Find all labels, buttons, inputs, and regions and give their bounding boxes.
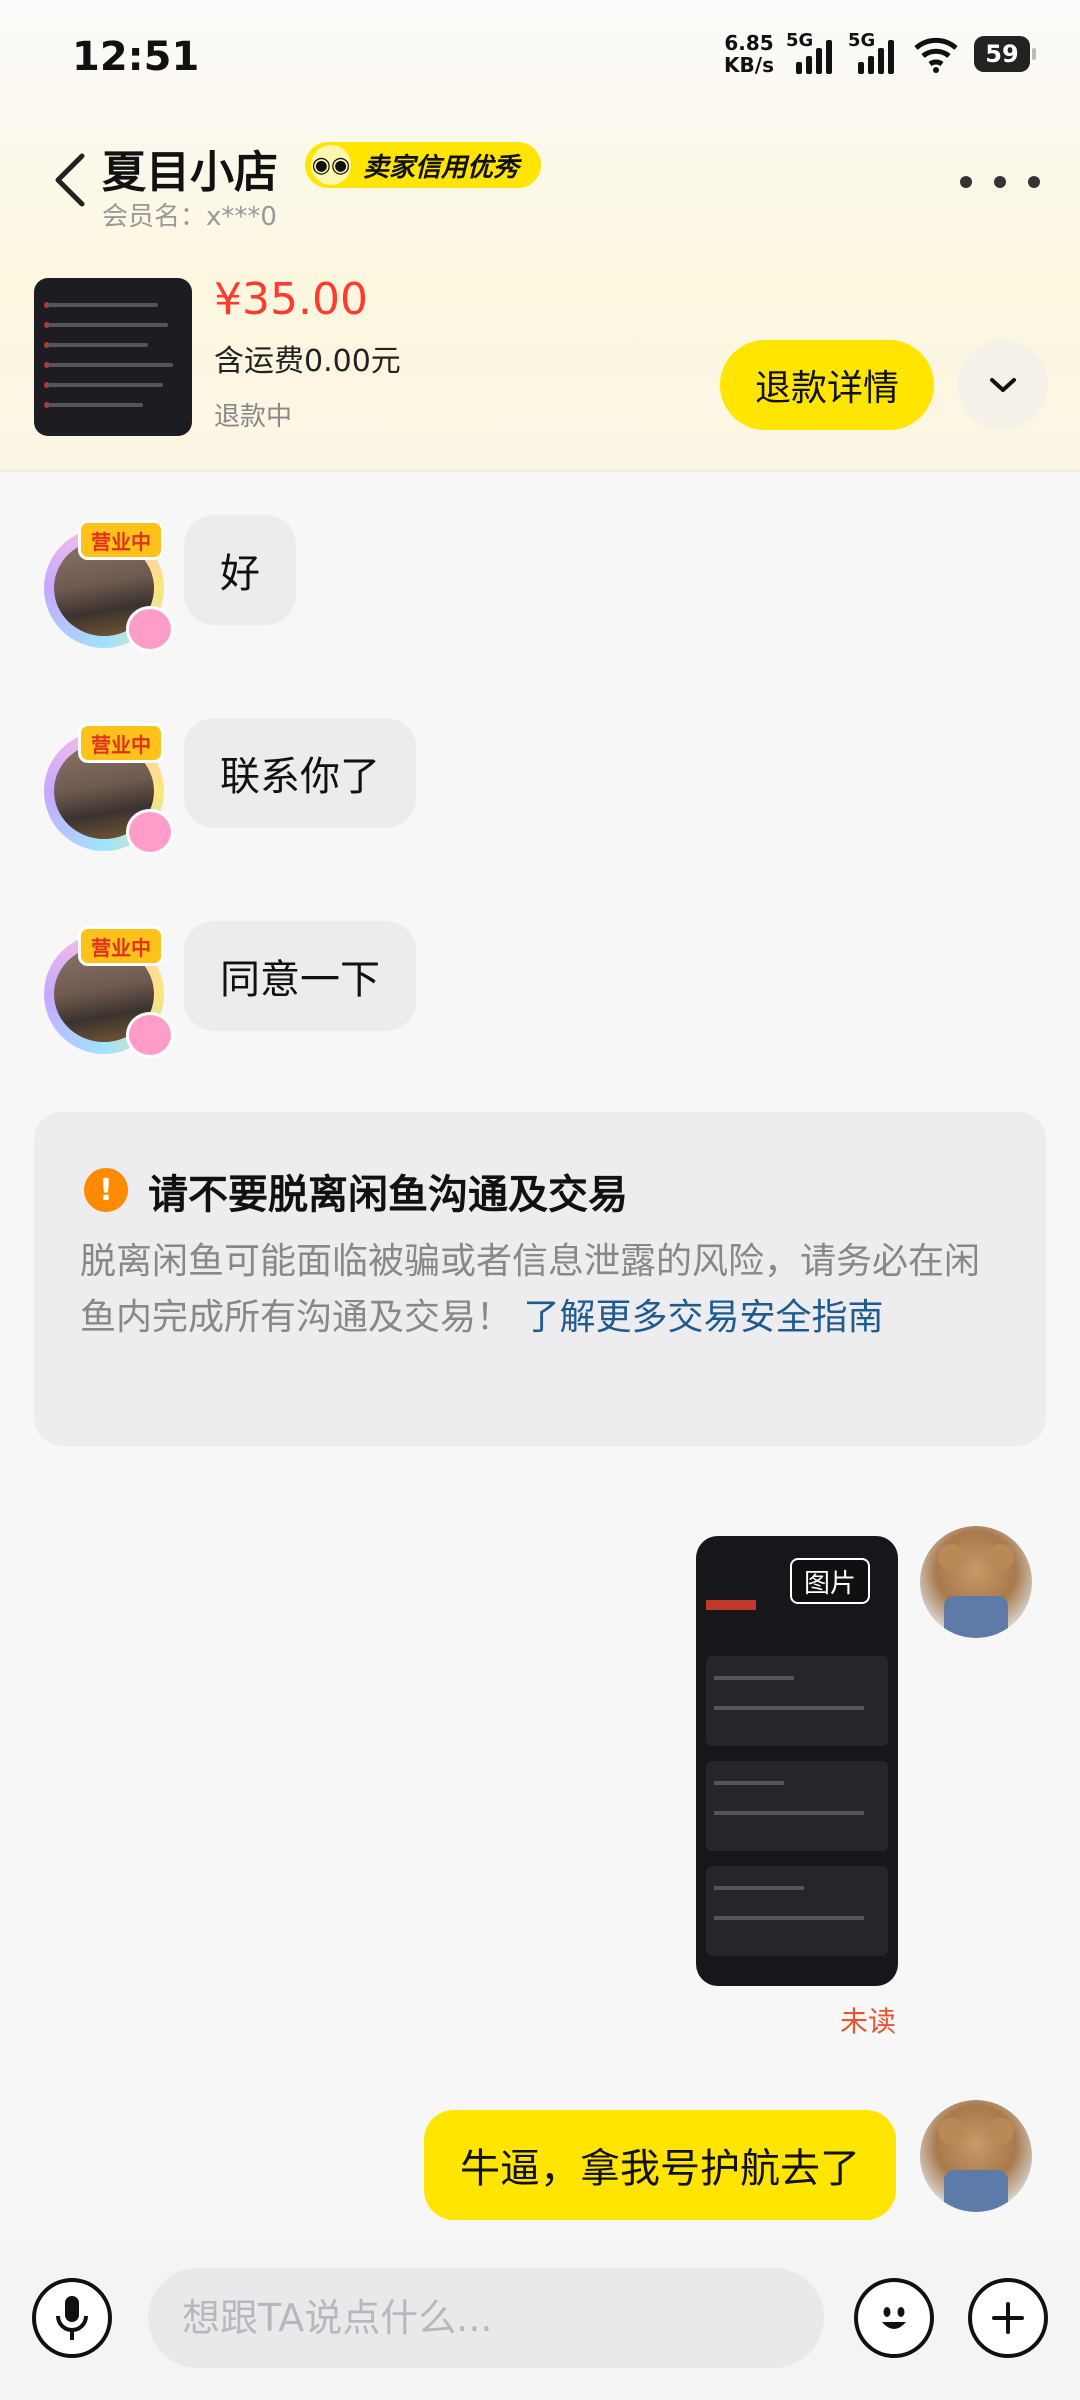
message-bubble[interactable]: 联系你了 — [184, 718, 416, 828]
shop-name[interactable]: 夏目小店 — [102, 136, 278, 200]
mic-icon — [56, 2296, 88, 2340]
message-row: 营业中 联系你了 — [0, 715, 1080, 855]
sim2-label: 5G — [848, 30, 876, 51]
chat-header: 夏目小店 ◉◉ 卖家信用优秀 会员名：x***0 — [0, 120, 1080, 240]
user-avatar[interactable] — [920, 2100, 1032, 2212]
message-row: 营业中 好 — [0, 512, 1080, 652]
message-row: 营业中 同意一下 — [0, 918, 1080, 1058]
credit-badge-label: 卖家信用优秀 — [363, 152, 520, 183]
status-icons: 6.85 KB/s 5G 5G 59 — [724, 30, 1036, 77]
product-price: ¥35.00 — [214, 274, 368, 325]
member-name: 会员名：x***0 — [102, 202, 277, 232]
back-icon — [55, 153, 85, 207]
seller-status-sign: 营业中 — [78, 520, 164, 560]
image-message[interactable]: 图片 — [696, 1536, 898, 1986]
refund-status: 退款中 — [214, 402, 293, 432]
wifi-icon — [914, 37, 958, 73]
image-tag: 图片 — [790, 1558, 871, 1604]
product-thumbnail[interactable] — [34, 278, 192, 436]
more-icon[interactable] — [960, 152, 1040, 212]
credit-badge[interactable]: ◉◉ 卖家信用优秀 — [305, 142, 542, 188]
seller-status-sign: 营业中 — [78, 926, 164, 966]
seller-avatar[interactable]: 营业中 — [38, 918, 176, 1058]
plus-button[interactable] — [968, 2278, 1048, 2358]
status-time: 12:51 — [72, 34, 200, 80]
signal-icon: 5G — [786, 30, 836, 74]
shipping-fee: 含运费0.00元 — [214, 344, 401, 379]
signal-icon-2: 5G — [848, 30, 898, 74]
warning-icon: ! — [84, 1168, 128, 1212]
product-card[interactable]: ¥35.00 含运费0.00元 退款中 退款详情 — [0, 270, 1080, 450]
expand-button[interactable] — [958, 340, 1048, 430]
seller-avatar[interactable]: 营业中 — [38, 512, 176, 652]
input-bar — [0, 2240, 1080, 2400]
sim1-label: 5G — [786, 30, 814, 51]
safety-warning-card: ! 请不要脱离闲鱼沟通及交易 脱离闲鱼可能面临被骗或者信息泄露的风险，请务必在闲… — [34, 1112, 1046, 1446]
emoji-icon — [882, 2307, 906, 2329]
back-button[interactable] — [40, 150, 100, 210]
read-status: 未读 — [840, 2005, 897, 2038]
message-bubble[interactable]: 牛逼，拿我号护航去了 — [424, 2110, 896, 2220]
chevron-down-icon — [990, 378, 1016, 392]
plus-icon — [992, 2302, 1024, 2334]
status-bar: 12:51 6.85 KB/s 5G 5G 59 — [0, 0, 1080, 110]
voice-button[interactable] — [32, 2278, 112, 2358]
seller-status-sign: 营业中 — [78, 723, 164, 763]
safety-guide-link[interactable]: 了解更多交易安全指南 — [523, 1297, 883, 1338]
user-avatar[interactable] — [920, 1526, 1032, 1638]
message-bubble[interactable]: 好 — [184, 515, 296, 625]
message-row: 牛逼，拿我号护航去了 — [0, 2100, 1080, 2220]
battery-icon: 59 — [974, 36, 1036, 72]
warning-title: 请不要脱离闲鱼沟通及交易 — [148, 1172, 628, 1218]
emoji-button[interactable] — [854, 2278, 934, 2358]
message-bubble[interactable]: 同意一下 — [184, 921, 416, 1031]
seller-avatar[interactable]: 营业中 — [38, 715, 176, 855]
top-area: 12:51 6.85 KB/s 5G 5G 59 夏目小店 ◉◉ 卖家信用优秀 … — [0, 0, 1080, 472]
fish-icon: ◉◉ — [311, 145, 351, 185]
refund-details-button[interactable]: 退款详情 — [720, 340, 934, 430]
network-speed: 6.85 KB/s — [724, 31, 774, 77]
message-input[interactable] — [148, 2268, 824, 2368]
warning-body: 脱离闲鱼可能面临被骗或者信息泄露的风险，请务必在闲鱼内完成所有沟通及交易！ 了解… — [80, 1234, 1000, 1346]
